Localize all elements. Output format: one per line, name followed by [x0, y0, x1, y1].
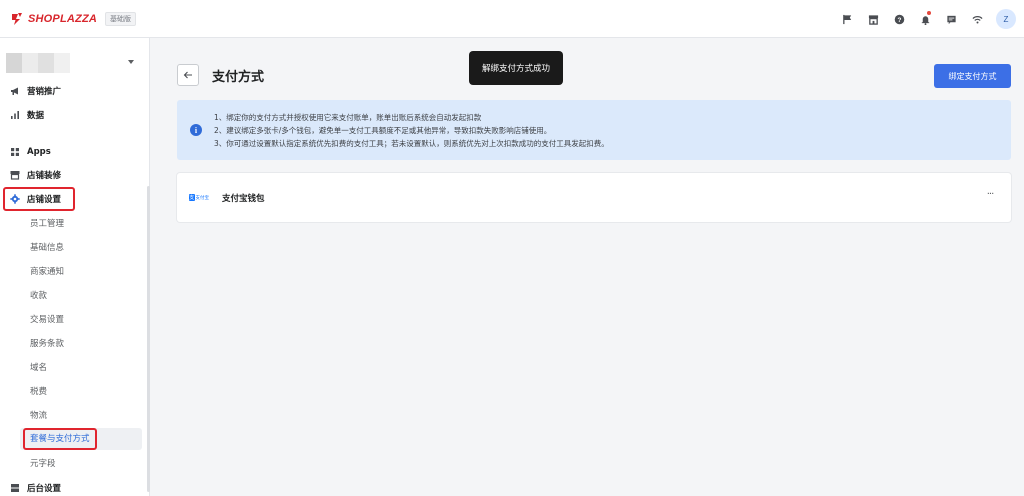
sidebar-item-data[interactable]: 数据	[10, 107, 44, 123]
svg-text:?: ?	[897, 16, 901, 23]
info-line: 2、建议绑定多张卡/多个钱包，避免单一支付工具额度不足或其他异常，导致扣款失败影…	[214, 126, 552, 135]
highlight-store-settings	[3, 187, 75, 211]
chevron-down-icon	[128, 60, 134, 64]
brand-name: SHOPLAZZA	[28, 12, 98, 25]
payment-method-card: 支 支付宝 支付宝钱包 ···	[177, 173, 1011, 222]
sidebar-item-admin-settings[interactable]: 后台设置	[10, 480, 61, 496]
sidebar-item-label: 数据	[27, 111, 45, 121]
bind-payment-button[interactable]: 绑定支付方式	[934, 64, 1011, 88]
store-selector[interactable]	[6, 52, 140, 74]
info-icon: i	[190, 124, 202, 136]
info-line: 1、绑定你的支付方式并授权使用它来支付账单，账单出账后系统会自动发起扣款	[214, 113, 482, 122]
alipay-logo-icon: 支 支付宝	[189, 193, 209, 202]
sidebar-item-apps[interactable]: Apps	[10, 144, 51, 160]
storefront-icon	[10, 171, 20, 180]
store-name-blurred	[6, 53, 70, 73]
sidebar-subitem-metafields[interactable]: 元字段	[30, 456, 56, 472]
more-actions-button[interactable]: ···	[982, 189, 998, 205]
info-line: 3、你可通过设置默认指定系统优先扣费的支付工具；若未设置默认，则系统优先对上次扣…	[214, 139, 609, 148]
sidebar-subitem-checkout[interactable]: 交易设置	[30, 312, 64, 328]
back-button[interactable]	[177, 64, 199, 86]
sidebar-item-label: 店铺装修	[27, 171, 62, 181]
arrow-left-icon	[183, 71, 192, 79]
avatar[interactable]: Z	[996, 9, 1016, 29]
shoplazza-logo-icon	[12, 12, 22, 25]
sidebar: 营销推广 数据 Apps 店铺装修 店铺设置 员工管理 基础信息 商家通知 收款…	[0, 38, 150, 496]
flag-icon[interactable]	[834, 6, 860, 32]
bar-chart-icon	[11, 111, 19, 119]
sidebar-subitem-terms[interactable]: 服务条款	[30, 336, 64, 352]
bell-icon[interactable]	[912, 6, 938, 32]
server-icon	[11, 484, 19, 492]
sidebar-item-label: 后台设置	[27, 484, 62, 494]
sidebar-subitem-payments[interactable]: 收款	[30, 288, 47, 304]
sidebar-scrollbar[interactable]	[147, 186, 150, 492]
info-banner: i 1、绑定你的支付方式并授权使用它来支付账单，账单出账后系统会自动发起扣款 2…	[177, 100, 1011, 160]
edition-badge: 基础版	[105, 11, 137, 26]
brand-logo[interactable]: SHOPLAZZA	[10, 12, 97, 26]
alipay-mark-icon: 支	[189, 194, 195, 201]
apps-icon	[11, 148, 19, 156]
sidebar-subitem-notifications[interactable]: 商家通知	[30, 264, 64, 280]
payment-method-name: 支付宝钱包	[222, 194, 265, 204]
sidebar-item-theme[interactable]: 店铺装修	[10, 167, 61, 183]
alipay-logo-text: 支付宝	[195, 195, 210, 201]
sidebar-subitem-staff[interactable]: 员工管理	[30, 216, 64, 232]
wifi-icon[interactable]	[964, 6, 990, 32]
sidebar-subitem-domains[interactable]: 域名	[30, 360, 47, 376]
sidebar-item-label: Apps	[27, 147, 51, 157]
message-icon[interactable]	[938, 6, 964, 32]
top-bar: SHOPLAZZA 基础版 ? Z	[0, 0, 1024, 38]
sidebar-subitem-taxes[interactable]: 税费	[30, 384, 47, 400]
sidebar-subitem-basic-info[interactable]: 基础信息	[30, 240, 64, 256]
sidebar-item-marketing[interactable]: 营销推广	[10, 83, 61, 99]
highlight-plan-payment	[23, 428, 97, 450]
toast-message: 解绑支付方式成功	[469, 51, 563, 85]
sidebar-subitem-shipping[interactable]: 物流	[30, 408, 47, 424]
help-icon[interactable]: ?	[886, 6, 912, 32]
notification-dot	[927, 11, 931, 15]
megaphone-icon	[11, 87, 18, 95]
store-icon[interactable]	[860, 6, 886, 32]
sidebar-item-label: 营销推广	[27, 87, 62, 97]
page-title: 支付方式	[212, 70, 265, 85]
